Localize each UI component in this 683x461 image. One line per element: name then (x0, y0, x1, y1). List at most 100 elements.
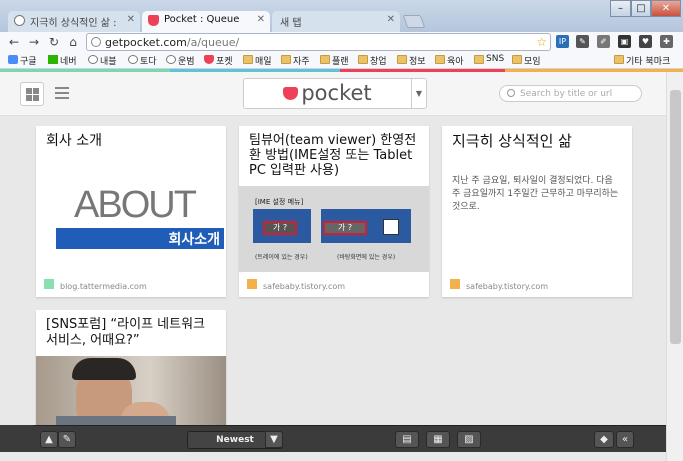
search-icon (507, 89, 515, 97)
naver-icon (48, 55, 58, 64)
tag-icon[interactable]: ◆ (594, 431, 614, 448)
search-input[interactable]: Search by title or url (499, 85, 642, 102)
pocket-logo[interactable]: pocket (243, 78, 412, 109)
close-tab-icon[interactable]: ✕ (387, 14, 395, 25)
bookmark-unbeom[interactable]: 운범 (166, 54, 195, 67)
extension-icon[interactable]: ✎ (576, 35, 589, 48)
folder-icon (397, 55, 407, 64)
logo-dropdown-button[interactable]: ▼ (411, 78, 427, 109)
folder-icon (474, 55, 484, 64)
bookmark-label: 토다 (140, 57, 157, 67)
video-view-icon[interactable]: ▦ (426, 431, 450, 448)
sort-label: Newest (216, 435, 254, 445)
grid-view-button[interactable] (20, 82, 44, 106)
thumbnail-caption-right: (바탕화면에 있는 경우) (337, 254, 396, 261)
bookmark-label: SNS (486, 54, 505, 64)
thumbnail-screenshot-right: 가 ? (321, 209, 411, 243)
thumbnail-caption-left: (트레이에 있는 경우) (255, 254, 308, 261)
item-thumbnail[interactable]: [IME 설정 메뉴] 가 ? 가 ? (트레이에 있는 경우) (바탕화면에 … (239, 186, 429, 272)
collapse-icon[interactable]: « (616, 431, 634, 448)
list-item[interactable]: [SNS포럼] “라이프 네트워크 서비스, 어때요?” (36, 310, 226, 425)
item-title[interactable]: 지극히 상식적인 삶 (452, 133, 626, 149)
pocket-icon (204, 55, 214, 64)
bookmark-folder-startup[interactable]: 창업 (358, 54, 387, 67)
bookmark-folder-sns[interactable]: SNS (474, 54, 504, 64)
bookmark-folder-info[interactable]: 정보 (397, 54, 426, 67)
bookmark-google[interactable]: 구글 (8, 54, 37, 67)
ipa-extension-icon[interactable]: IP (556, 35, 569, 48)
thumbnail-label: [IME 설정 메뉴] (255, 198, 304, 206)
thumbnail-big-text: ABOUT (74, 184, 197, 226)
close-window-button[interactable]: ✕ (651, 0, 681, 17)
wrench-icon[interactable]: ✚ (660, 35, 673, 48)
article-view-icon[interactable]: ▤ (395, 431, 419, 448)
bookmark-folder-parenting[interactable]: 육아 (435, 54, 464, 67)
bottom-toolbar: ▲ ✎ Newest ▼ ▤ ▦ ▨ ◆ « (33, 425, 666, 452)
item-title[interactable]: 회사 소개 (46, 133, 220, 149)
pocket-heart-icon (283, 86, 299, 100)
scrollbar-thumb[interactable] (670, 90, 681, 344)
item-source[interactable]: safebaby.tistory.com (263, 282, 345, 291)
item-thumbnail[interactable] (36, 356, 226, 425)
close-tab-icon[interactable]: ✕ (127, 14, 135, 25)
bookmark-folder-meeting[interactable]: 모임 (512, 54, 541, 67)
maximize-button[interactable]: □ (631, 0, 651, 17)
bottom-padding (0, 452, 666, 461)
reload-icon[interactable]: ↻ (46, 34, 62, 50)
globe-icon (128, 55, 138, 64)
tab-label: Pocket : Queue (164, 14, 240, 25)
bookmark-label: 구글 (20, 57, 37, 67)
back-arrow-icon[interactable]: ← (6, 34, 22, 50)
source-color-icon (247, 279, 257, 289)
tab-pocket-queue[interactable]: Pocket : Queue ✕ (142, 11, 270, 32)
tab-new[interactable]: 새 탭 ✕ (272, 11, 400, 32)
bookmark-naver[interactable]: 네버 (48, 54, 77, 67)
browser-toolbar: ← → ↻ ⌂ getpocket.com/a/queue/ ☆ IP ✎ ✐ … (0, 32, 683, 52)
bookmark-label: 포켓 (216, 57, 233, 67)
bookmark-label: 육아 (447, 57, 464, 67)
item-excerpt: 지난 주 금요일, 퇴사일이 결정되었다. 다음 주 금요일까지 1주일간 근무… (452, 176, 619, 212)
bookmark-folder-frequent[interactable]: 자주 (281, 54, 310, 67)
scrollbar[interactable] (666, 72, 683, 461)
queue-list: 회사 소개 ABOUT 회사소개 blog.tattermedia.com 팀뷰… (0, 116, 666, 425)
bookmark-folder-other[interactable]: 기타 북마크 (614, 54, 670, 67)
bookmark-pocket[interactable]: 포켓 (204, 54, 233, 67)
bookmark-folder-plan[interactable]: 플랜 (320, 54, 349, 67)
tab-label: 지극히 상식적인 삶 : (30, 18, 117, 29)
item-title[interactable]: 팀뷰어(team viewer) 한영전환 방법(IME설정 또는 Tablet… (249, 133, 423, 178)
list-item[interactable]: 지극히 상식적인 삶 지난 주 금요일, 퇴사일이 결정되었다. 다음 주 금요… (442, 126, 632, 297)
item-source[interactable]: safebaby.tistory.com (466, 282, 548, 291)
new-tab-button[interactable] (402, 15, 426, 28)
forward-arrow-icon[interactable]: → (26, 34, 42, 50)
pocket-favicon-icon (148, 15, 159, 26)
pocket-extension-icon[interactable]: ♥ (639, 35, 652, 48)
list-item[interactable]: 회사 소개 ABOUT 회사소개 blog.tattermedia.com (36, 126, 226, 297)
address-bar[interactable]: getpocket.com/a/queue/ ☆ (86, 33, 551, 51)
close-tab-icon[interactable]: ✕ (257, 14, 265, 25)
image-view-icon[interactable]: ▨ (457, 431, 481, 448)
list-item[interactable]: 팀뷰어(team viewer) 한영전환 방법(IME설정 또는 Tablet… (239, 126, 429, 297)
pocket-header: pocket ▼ Search by title or url (0, 72, 666, 116)
minimize-button[interactable]: – (610, 0, 631, 17)
bookmark-blog[interactable]: 내블 (88, 54, 117, 67)
source-color-icon (450, 279, 460, 289)
star-icon[interactable]: ☆ (536, 35, 547, 49)
tab-sangsik[interactable]: 지극히 상식적인 삶 : ✕ (8, 11, 140, 32)
home-icon[interactable]: ⌂ (65, 34, 81, 50)
globe-icon (88, 55, 98, 64)
item-title[interactable]: [SNS포럼] “라이프 네트워크 서비스, 어때요?” (46, 317, 220, 349)
scroll-top-button[interactable]: ▲ (40, 431, 58, 448)
bookmarks-bar: 구글 네버 내블 토다 운범 포켓 매일 자주 플랜 창업 정보 육아 SNS … (0, 52, 683, 69)
bookmark-folder-daily[interactable]: 매일 (243, 54, 272, 67)
menu-icon[interactable] (55, 87, 69, 101)
folder-icon (358, 55, 368, 64)
chevron-down-icon[interactable]: ▼ (265, 431, 283, 448)
item-thumbnail[interactable]: ABOUT 회사소개 (36, 178, 226, 258)
footer-left-spacer (0, 425, 33, 452)
edit-icon[interactable]: ✎ (58, 431, 76, 448)
item-source[interactable]: blog.tattermedia.com (60, 282, 147, 291)
screen-extension-icon[interactable]: ▣ (618, 35, 631, 48)
pen-extension-icon[interactable]: ✐ (597, 35, 610, 48)
bookmark-toda[interactable]: 토다 (128, 54, 157, 67)
folder-icon (320, 55, 330, 64)
